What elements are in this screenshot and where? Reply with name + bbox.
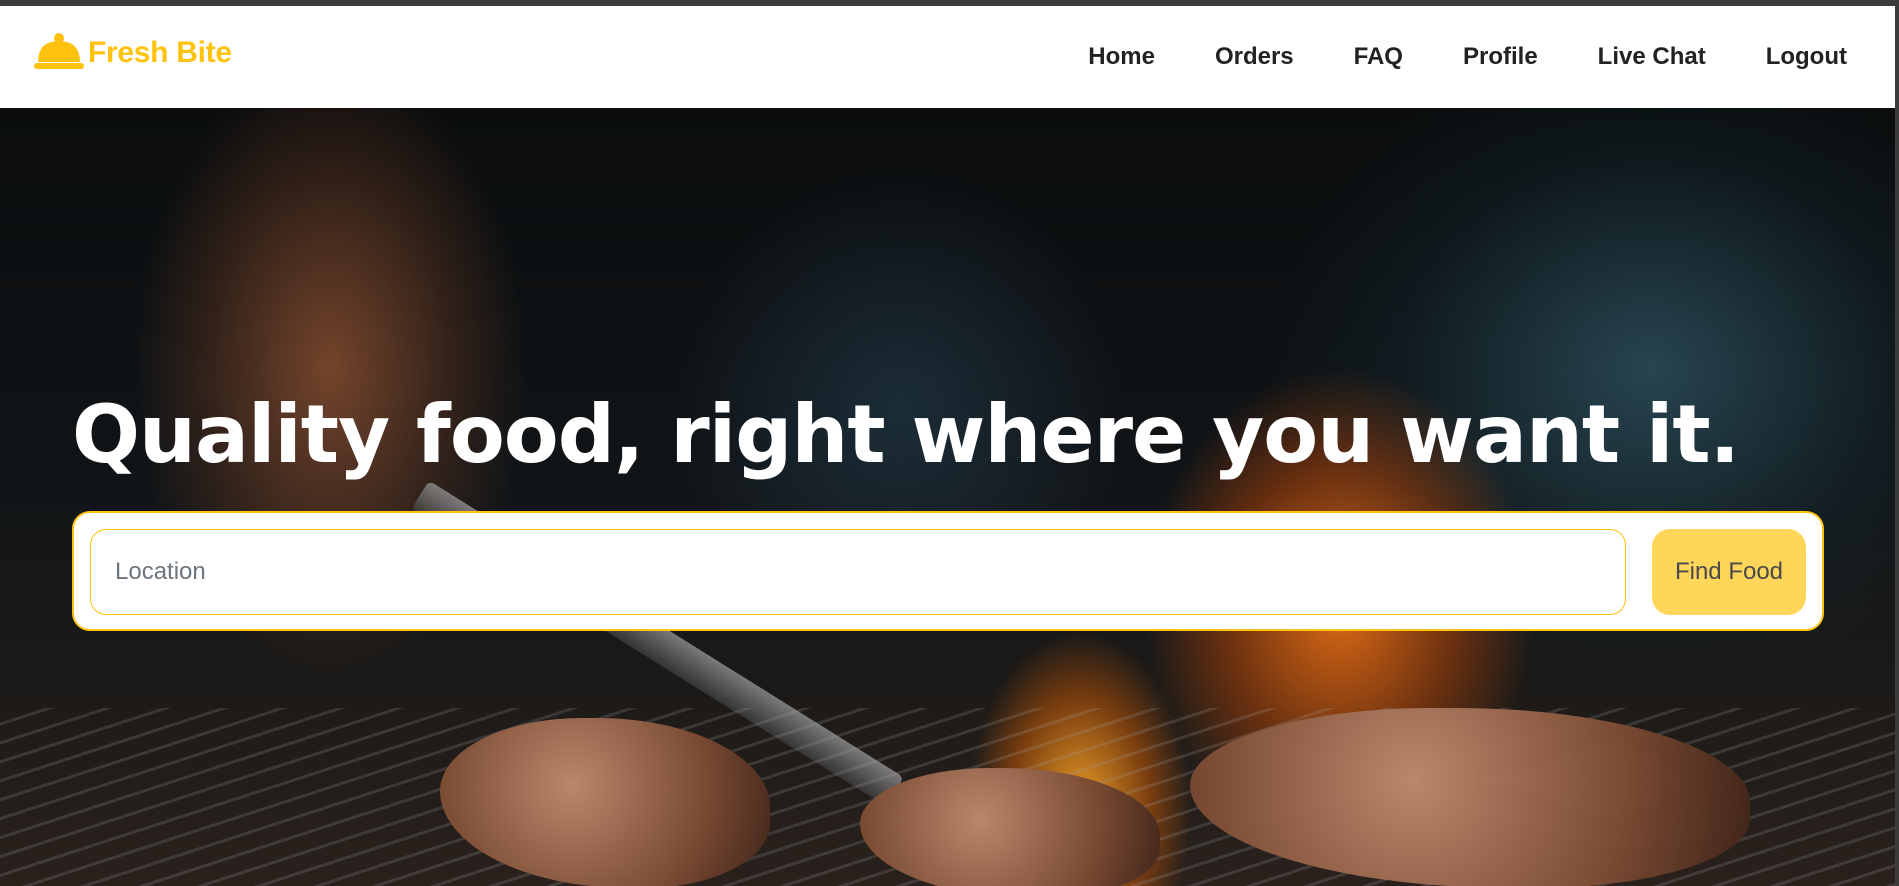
nav-faq[interactable]: FAQ [1354, 43, 1403, 71]
nav-home[interactable]: Home [1088, 43, 1155, 71]
hero-headline: Quality food, right where you want it. [72, 388, 1740, 481]
nav-logout[interactable]: Logout [1766, 43, 1847, 71]
cloche-icon [34, 32, 84, 74]
location-input[interactable] [90, 529, 1626, 615]
navbar: Fresh Bite Home Orders FAQ Profile Live … [0, 6, 1895, 108]
hero-section: Quality food, right where you want it. F… [0, 108, 1895, 886]
nav-profile[interactable]: Profile [1463, 43, 1538, 71]
search-panel: Find Food [72, 511, 1824, 631]
find-food-button[interactable]: Find Food [1652, 529, 1806, 615]
brand-name: Fresh Bite [88, 36, 232, 69]
window-right-border [1895, 0, 1899, 886]
nav-orders[interactable]: Orders [1215, 43, 1294, 71]
brand-logo[interactable]: Fresh Bite [34, 32, 232, 74]
main-nav: Home Orders FAQ Profile Live Chat Logout [1028, 6, 1847, 108]
nav-live-chat[interactable]: Live Chat [1598, 43, 1706, 71]
